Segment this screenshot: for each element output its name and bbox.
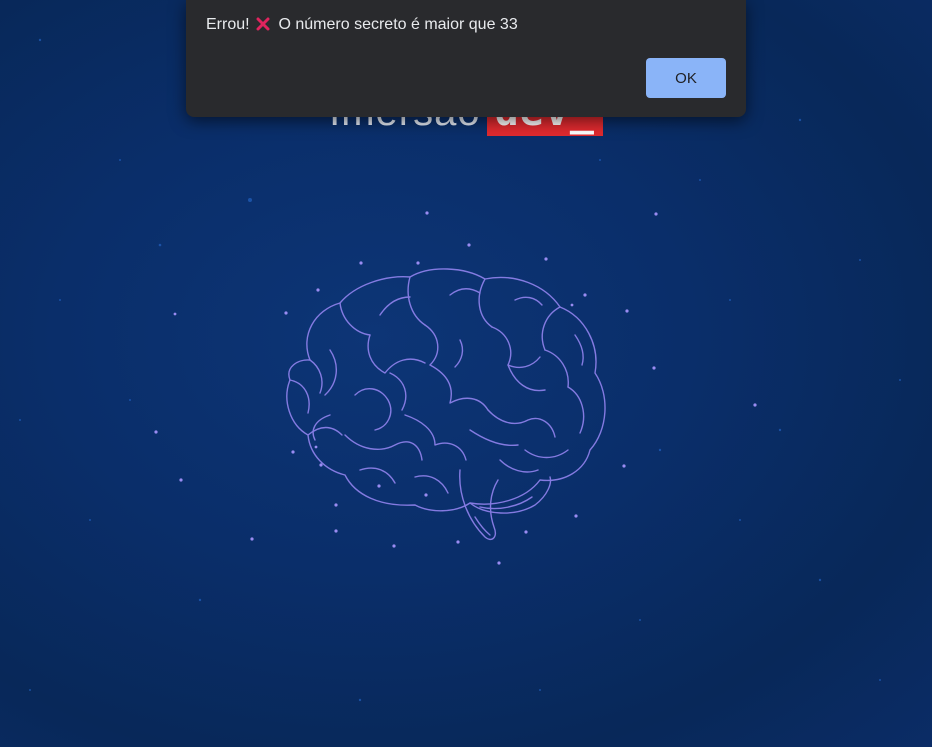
alert-message-prefix: Errou! xyxy=(206,16,250,33)
alert-message-text: O número secreto é maior que 33 xyxy=(278,16,518,33)
alert-dialog: Errou! O número secreto é maior que 33 O… xyxy=(186,0,746,117)
cross-mark-icon xyxy=(256,17,270,31)
brain-illustration xyxy=(286,268,606,541)
ok-button[interactable]: OK xyxy=(646,58,726,98)
alert-message: Errou! O número secreto é maior que 33 xyxy=(206,16,518,34)
